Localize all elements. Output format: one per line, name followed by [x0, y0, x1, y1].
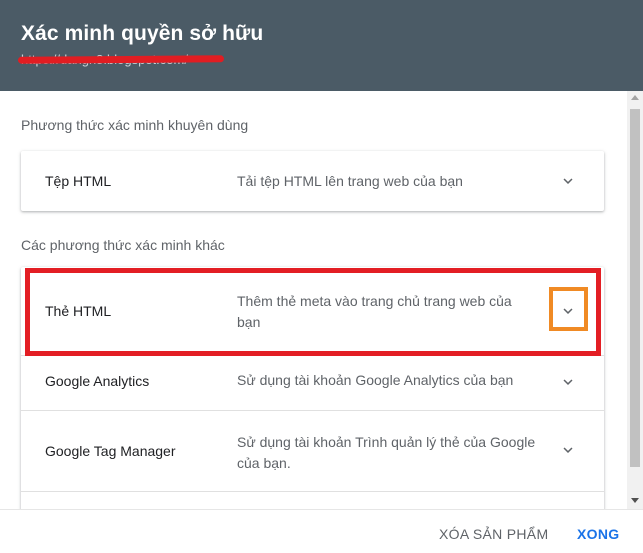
other-section-label: Các phương thức xác minh khác — [21, 237, 225, 253]
method-name: Google Tag Manager — [45, 443, 176, 459]
recommended-method-card: Tệp HTML Tải tệp HTML lên trang web của … — [21, 151, 604, 211]
dialog-footer: XÓA SẢN PHẨM XONG — [0, 509, 643, 553]
chevron-down-icon[interactable] — [559, 441, 577, 459]
scrollbar-thumb[interactable] — [630, 109, 640, 467]
chevron-down-icon[interactable] — [559, 373, 577, 391]
dialog-title: Xác minh quyền sở hữu — [21, 22, 264, 45]
scroll-up-arrow-icon[interactable] — [631, 95, 639, 100]
method-name: Tệp HTML — [45, 173, 112, 189]
method-row-html-file[interactable]: Tệp HTML Tải tệp HTML lên trang web của … — [21, 151, 604, 211]
dialog-header: Xác minh quyền sở hữu https://dangn8.blo… — [0, 0, 643, 91]
method-description: Tải tệp HTML lên trang web của bạn — [237, 173, 463, 189]
method-description: Sử dụng tài khoản Trình quản lý thẻ của … — [237, 434, 536, 471]
method-row-google-analytics[interactable]: Google Analytics Sử dụng tài khoản Googl… — [21, 356, 604, 410]
chevron-down-icon[interactable] — [559, 172, 577, 190]
method-row-google-tag-manager[interactable]: Google Tag Manager Sử dụng tài khoản Trì… — [21, 411, 604, 491]
method-description: Sử dụng tài khoản Google Analytics của b… — [237, 372, 514, 388]
redaction-mark — [17, 55, 225, 64]
method-name: Google Analytics — [45, 373, 150, 389]
vertical-scrollbar[interactable] — [627, 91, 643, 509]
scroll-down-arrow-icon[interactable] — [631, 498, 639, 503]
highlight-annotation-box — [25, 268, 601, 356]
remove-property-button[interactable]: XÓA SẢN PHẨM — [439, 526, 548, 542]
done-button[interactable]: XONG — [577, 526, 619, 542]
row-divider — [21, 491, 604, 492]
chevron-highlight-box — [549, 287, 588, 331]
recommended-section-label: Phương thức xác minh khuyên dùng — [21, 117, 249, 133]
